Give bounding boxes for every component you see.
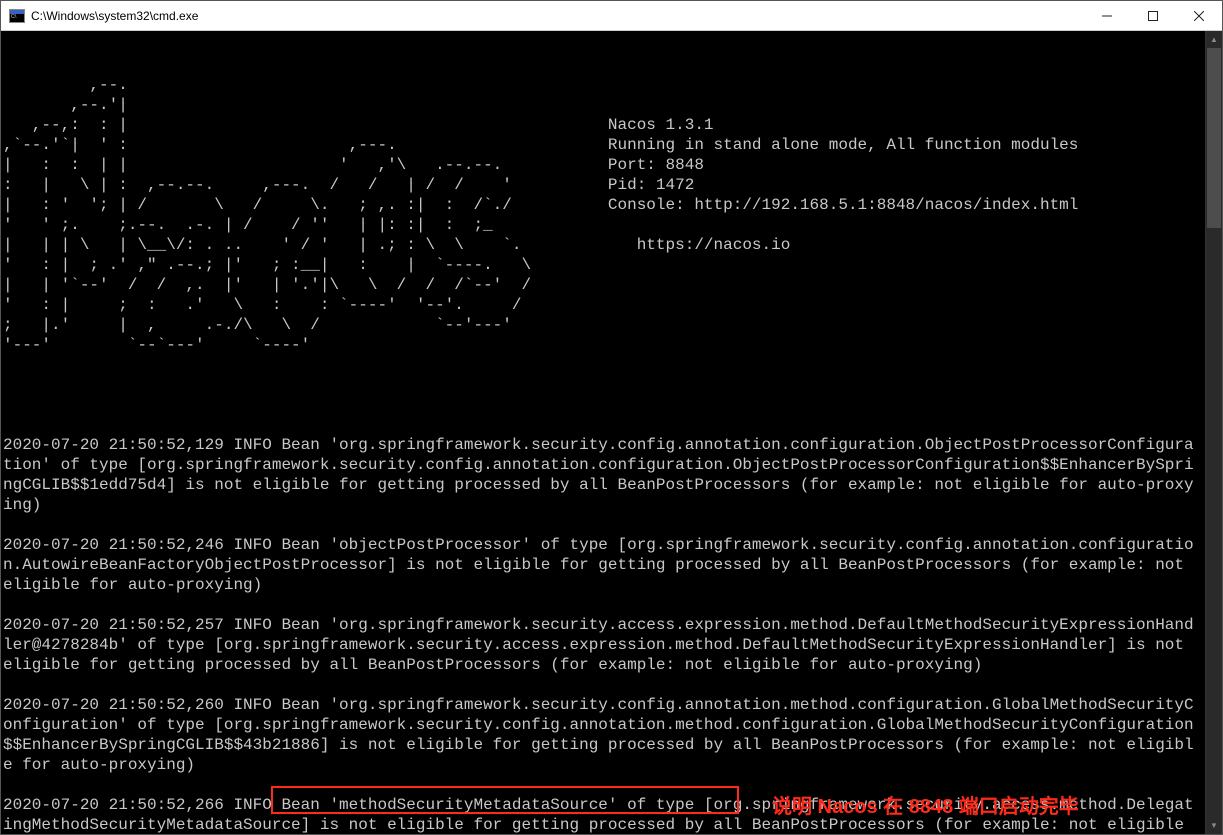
cmd-icon [9, 9, 25, 23]
scroll-up-arrow-icon[interactable]: ▲ [1206, 31, 1222, 48]
scrollbar-thumb[interactable] [1207, 48, 1221, 228]
cmd-window: C:\Windows\system32\cmd.exe ,--. ,--.'| … [0, 0, 1223, 835]
scroll-down-arrow-icon[interactable]: ▼ [1206, 817, 1222, 834]
terminal-content[interactable]: ,--. ,--.'| ,--,: : | Nacos 1.3.1 ,`--.'… [1, 31, 1205, 834]
maximize-icon [1148, 11, 1158, 21]
terminal-area: ,--. ,--.'| ,--,: : | Nacos 1.3.1 ,`--.'… [1, 31, 1222, 834]
close-icon [1194, 11, 1204, 21]
minimize-button[interactable] [1084, 1, 1130, 30]
scrollbar[interactable]: ▲ ▼ [1205, 31, 1222, 834]
close-button[interactable] [1176, 1, 1222, 30]
window-title: C:\Windows\system32\cmd.exe [31, 9, 198, 23]
window-controls [1084, 1, 1222, 30]
maximize-button[interactable] [1130, 1, 1176, 30]
nacos-ascii-banner: ,--. ,--.'| ,--,: : | Nacos 1.3.1 ,`--.'… [3, 75, 563, 355]
minimize-icon [1102, 11, 1112, 21]
log-output: 2020-07-20 21:50:52,129 INFO Bean 'org.s… [3, 395, 1203, 834]
titlebar[interactable]: C:\Windows\system32\cmd.exe [1, 1, 1222, 31]
